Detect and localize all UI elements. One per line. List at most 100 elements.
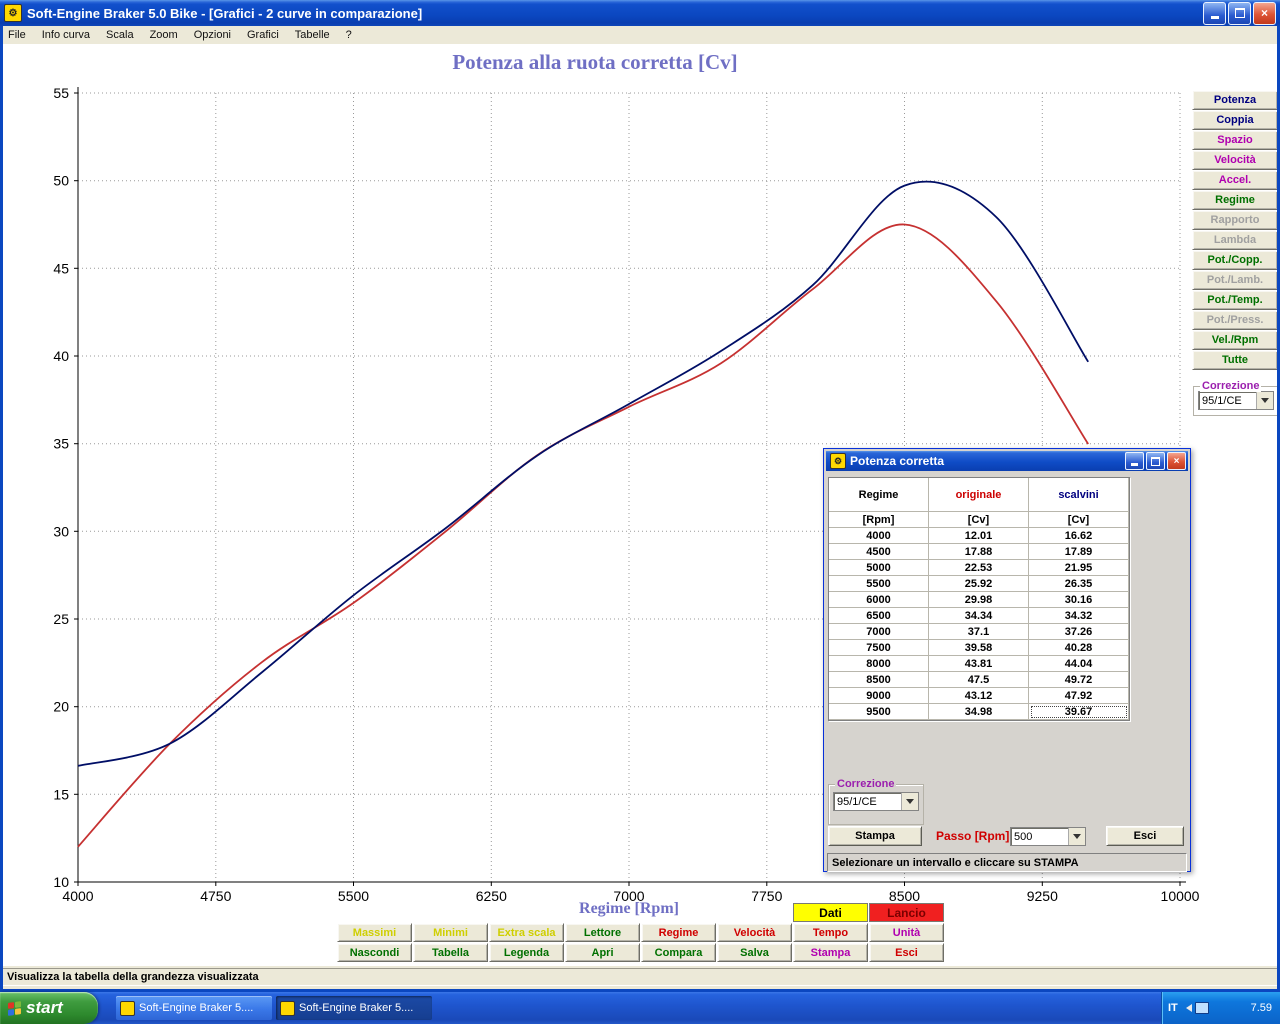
bottom-button-nascondi[interactable]: Nascondi [337,943,412,962]
cell-rpm[interactable]: 4500 [829,544,929,560]
language-indicator[interactable]: IT [1168,1002,1178,1014]
cell-scalvini[interactable]: 44.04 [1029,656,1129,672]
dialog-correzione-combo[interactable]: 95/1/CE [833,792,919,811]
cell-originale[interactable]: 25.92 [929,576,1029,592]
taskbar-task-2[interactable]: Soft-Engine Braker 5.... [276,996,432,1020]
restore-button[interactable] [1228,1,1251,25]
menu-file[interactable]: File [0,28,34,42]
cell-rpm[interactable]: 8500 [829,672,929,688]
cell-scalvini[interactable]: 30.16 [1029,592,1129,608]
cell-rpm[interactable]: 6500 [829,608,929,624]
dialog-maximize-button[interactable] [1146,452,1165,470]
bottom-button-legenda[interactable]: Legenda [489,943,564,962]
close-button[interactable]: × [1253,1,1276,25]
network-icon[interactable] [1194,1002,1209,1014]
cell-scalvini[interactable]: 37.26 [1029,624,1129,640]
menu--[interactable]: ? [338,28,360,42]
side-button-spazio[interactable]: Spazio [1192,130,1278,150]
side-button-coppia[interactable]: Coppia [1192,110,1278,130]
side-button-tutte[interactable]: Tutte [1192,350,1278,370]
side-button-regime[interactable]: Regime [1192,190,1278,210]
side-button-accel-[interactable]: Accel. [1192,170,1278,190]
cell-rpm[interactable]: 5500 [829,576,929,592]
bottom-button-unit-[interactable]: Unità [869,923,944,942]
cell-scalvini[interactable]: 26.35 [1029,576,1129,592]
cell-scalvini[interactable]: 34.32 [1029,608,1129,624]
cell-originale[interactable]: 12.01 [929,528,1029,544]
cell-scalvini[interactable]: 17.89 [1029,544,1129,560]
x-tick-label: 8500 [889,888,920,904]
cell-scalvini[interactable]: 16.62 [1029,528,1129,544]
cell-rpm[interactable]: 9000 [829,688,929,704]
bottom-button-tempo[interactable]: Tempo [793,923,868,942]
cell-scalvini[interactable]: 39.67 [1029,704,1129,720]
bottom-button-lettore[interactable]: Lettore [565,923,640,942]
cell-originale[interactable]: 34.98 [929,704,1029,720]
task-app-icon [120,1000,135,1016]
passo-combo[interactable]: 500 [1010,827,1086,846]
combo-dropdown-icon[interactable] [1256,392,1273,409]
bottom-button-apri[interactable]: Apri [565,943,640,962]
side-button-pot-temp-[interactable]: Pot./Temp. [1192,290,1278,310]
combo-dropdown-icon[interactable] [901,793,918,810]
menu-tabelle[interactable]: Tabelle [287,28,338,42]
volume-icon[interactable] [1182,1004,1192,1012]
cell-rpm[interactable]: 5000 [829,560,929,576]
cell-rpm[interactable]: 6000 [829,592,929,608]
cell-originale[interactable]: 37.1 [929,624,1029,640]
side-button-potenza[interactable]: Potenza [1192,90,1278,110]
minimize-button[interactable] [1203,1,1226,25]
cell-originale[interactable]: 47.5 [929,672,1029,688]
start-label: start [26,998,63,1017]
dati-indicator: Dati [793,903,868,922]
cell-rpm[interactable]: 9500 [829,704,929,720]
start-button[interactable]: start [0,992,98,1024]
cell-originale[interactable]: 43.81 [929,656,1029,672]
cell-scalvini[interactable]: 40.28 [1029,640,1129,656]
stampa-button[interactable]: Stampa [828,826,922,846]
bottom-button-stampa[interactable]: Stampa [793,943,868,962]
menu-opzioni[interactable]: Opzioni [186,28,239,42]
dialog-titlebar: ⚙ Potenza corretta × [826,451,1188,471]
cell-rpm[interactable]: 4000 [829,528,929,544]
cell-rpm[interactable]: 7500 [829,640,929,656]
cell-rpm[interactable]: 8000 [829,656,929,672]
bottom-button-regime[interactable]: Regime [641,923,716,942]
status-text: Visualizza la tabella della grandezza vi… [2,968,1278,986]
cell-rpm[interactable]: 7000 [829,624,929,640]
bottom-button-salva[interactable]: Salva [717,943,792,962]
cell-scalvini[interactable]: 47.92 [1029,688,1129,704]
menu-grafici[interactable]: Grafici [239,28,287,42]
combo-dropdown-icon[interactable] [1068,828,1085,845]
esci-button[interactable]: Esci [1106,826,1184,846]
side-button-pot-copp-[interactable]: Pot./Copp. [1192,250,1278,270]
cell-scalvini[interactable]: 21.95 [1029,560,1129,576]
cell-originale[interactable]: 39.58 [929,640,1029,656]
dialog-close-button[interactable]: × [1167,452,1186,470]
status-bar: Visualizza la tabella della grandezza vi… [0,966,1280,989]
cell-scalvini[interactable]: 49.72 [1029,672,1129,688]
x-tick-label: 10000 [1161,888,1200,904]
bottom-button-velocit-[interactable]: Velocità [717,923,792,942]
bottom-button-tabella[interactable]: Tabella [413,943,488,962]
side-button-vel-rpm[interactable]: Vel./Rpm [1192,330,1278,350]
x-tick-label: 4000 [62,888,93,904]
dialog-minimize-button[interactable] [1125,452,1144,470]
taskbar-task-1[interactable]: Soft-Engine Braker 5.... [116,996,272,1020]
bottom-button-esci[interactable]: Esci [869,943,944,962]
cell-originale[interactable]: 17.88 [929,544,1029,560]
cell-originale[interactable]: 22.53 [929,560,1029,576]
window-title: Soft-Engine Braker 5.0 Bike - [Grafici -… [27,5,423,21]
menu-scala[interactable]: Scala [98,28,142,42]
menu-zoom[interactable]: Zoom [142,28,186,42]
bottom-button-compara[interactable]: Compara [641,943,716,962]
side-button-velocit-[interactable]: Velocità [1192,150,1278,170]
cell-originale[interactable]: 29.98 [929,592,1029,608]
y-tick-label: 15 [53,786,69,802]
table-row: 8000 43.81 44.04 [829,656,1129,672]
menu-info-curva[interactable]: Info curva [34,28,98,42]
cell-originale[interactable]: 34.34 [929,608,1029,624]
table-row: 9500 34.98 39.67 [829,704,1129,720]
side-correzione-combo[interactable]: 95/1/CE [1198,391,1274,410]
cell-originale[interactable]: 43.12 [929,688,1029,704]
